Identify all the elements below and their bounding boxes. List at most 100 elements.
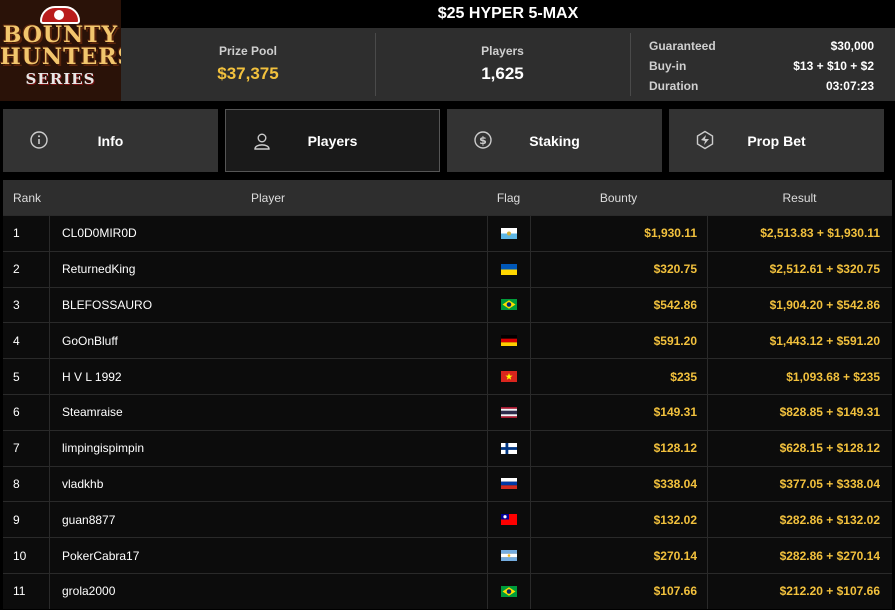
- prize-pool-value: $37,375: [217, 64, 279, 83]
- tab-staking-label: Staking: [529, 132, 580, 149]
- player-name-cell[interactable]: grola2000: [49, 572, 487, 609]
- table-row[interactable]: 5H V L 1992 $235 $1,093.68 + $235: [3, 358, 892, 394]
- table-row[interactable]: 2 ReturnedKing $320.75 $2,512.61 + $320.75: [3, 250, 892, 287]
- tab-players[interactable]: Players: [225, 109, 440, 172]
- player-name-cell[interactable]: guan8877: [49, 501, 487, 538]
- player-name-cell[interactable]: vladkhb: [49, 465, 487, 502]
- players-table: Rank Player Flag Bounty Result 1 CL0D0MIR…: [3, 180, 892, 610]
- rank-cell: 5: [3, 358, 49, 394]
- divider: [630, 33, 631, 96]
- guaranteed-label: Guaranteed: [649, 39, 716, 53]
- russia-flag-icon: [501, 478, 517, 490]
- result-cell: $1,093.68 + $235: [707, 358, 892, 394]
- tournament-info-grid: Guaranteed $30,000 Buy-in $13 + $10 + $2…: [649, 36, 874, 96]
- flag-cell: [487, 572, 530, 609]
- bounty-hunters-logo: BOUNTY HUNTERS SERIES: [0, 0, 121, 101]
- bounty-cell: $542.86: [530, 286, 707, 323]
- table-row[interactable]: 3 BLEFOSSAURO $542.86 $1,904.20 + $542.86: [3, 286, 892, 323]
- rank-cell: 11: [3, 572, 49, 609]
- tournament-title: $25 HYPER 5-MAX: [121, 0, 895, 28]
- duration-value: 03:07:23: [825, 79, 874, 93]
- header-flag[interactable]: Flag: [487, 180, 530, 215]
- players-stat: Players 1,625: [375, 28, 630, 101]
- ukraine-flag-icon: [501, 263, 517, 275]
- table-row[interactable]: 6 Steamraise $149.31 $828.85 + $149.31: [3, 393, 892, 430]
- tab-players-label: Players: [307, 132, 358, 149]
- tab-prop-bet[interactable]: Prop Bet: [669, 109, 884, 172]
- guaranteed-value: $30,000: [830, 39, 874, 53]
- player-name-cell[interactable]: Steamraise: [49, 393, 487, 430]
- flag-cell: [487, 429, 530, 466]
- players-label: Players: [481, 44, 524, 58]
- table-row[interactable]: 11 grola2000 $107.66 $212.20 + $107.66: [3, 572, 892, 609]
- bounty-cell: $149.31: [530, 393, 707, 430]
- san-marino-flag-icon: [501, 227, 517, 239]
- table-row[interactable]: 8 vladkhb $338.04 $377.05 + $338.04: [3, 465, 892, 502]
- buyin-label: Buy-in: [649, 59, 687, 73]
- result-cell: $282.86 + $132.02: [707, 501, 892, 538]
- user-icon: [254, 133, 270, 150]
- vietnam-flag-icon: [501, 371, 517, 383]
- player-name-cell[interactable]: CL0D0MIR0D: [49, 215, 487, 251]
- result-cell: $628.15 + $128.12: [707, 429, 892, 466]
- prize-pool-label: Prize Pool: [218, 44, 277, 58]
- player-name-cell[interactable]: limpingispimpin: [49, 429, 487, 466]
- tab-info-label: Info: [97, 132, 124, 149]
- tournament-title-text: $25 HYPER 5-MAX: [437, 5, 579, 22]
- rank-cell: 10: [3, 537, 49, 573]
- duration-label: Duration: [649, 79, 699, 93]
- duration-row: Duration 03:07:23: [649, 76, 874, 96]
- result-cell: $828.85 + $149.31: [707, 393, 892, 430]
- brazil-flag-icon: [501, 585, 517, 597]
- bounty-cell: $128.12: [530, 429, 707, 466]
- finland-flag-icon: [501, 442, 517, 454]
- header-bounty[interactable]: Bounty: [530, 180, 707, 215]
- bounty-cell: $1,930.11: [530, 215, 707, 251]
- result-cell: $212.20 + $107.66: [707, 572, 892, 609]
- table-row[interactable]: 4 GoOnBluff $591.20 $1,443.12 + $591.20: [3, 322, 892, 359]
- player-name-cell[interactable]: PokerCabra17: [49, 537, 487, 573]
- table-row[interactable]: 7 limpingispimpin $128.12 $628.15 + $128.12: [3, 429, 892, 466]
- tab-bar: Info Players $ Staking Prop Bet: [3, 109, 892, 172]
- tab-staking[interactable]: $ Staking: [447, 109, 662, 172]
- bounty-cell: $591.20: [530, 322, 707, 359]
- table-row[interactable]: 9 guan8877 $132.02 $282.86 + $132.02: [3, 501, 892, 538]
- tab-info[interactable]: Info: [3, 109, 218, 172]
- bounty-cell: $132.02: [530, 501, 707, 538]
- flag-cell: [487, 358, 530, 394]
- brazil-flag-icon: [501, 299, 517, 311]
- rank-cell: 4: [3, 322, 49, 358]
- header-result[interactable]: Result: [707, 180, 892, 215]
- result-cell: $1,904.20 + $542.86: [707, 286, 892, 323]
- info-icon: [30, 131, 48, 149]
- player-name-cell[interactable]: H V L 1992: [49, 358, 487, 394]
- header-player[interactable]: Player: [49, 180, 487, 215]
- table-body: 1 CL0D0MIR0D $1,930.11 $2,513.83 + $1,930.1…: [3, 215, 892, 609]
- players-value: 1,625: [481, 64, 524, 83]
- player-name-cell[interactable]: BLEFOSSAURO: [49, 286, 487, 323]
- rank-cell: 9: [3, 501, 49, 537]
- table-header: Rank Player Flag Bounty Result: [3, 180, 892, 215]
- bounty-cell: $338.04: [530, 465, 707, 502]
- flag-cell: [487, 393, 530, 430]
- player-name-cell[interactable]: ReturnedKing: [49, 250, 487, 287]
- result-cell: $2,513.83 + $1,930.11: [707, 215, 892, 251]
- bounty-cell: $235: [530, 358, 707, 394]
- rank-cell: 7: [3, 429, 49, 466]
- table-row[interactable]: 1 CL0D0MIR0D $1,930.11 $2,513.83 + $1,930.1…: [3, 215, 892, 251]
- player-name-cell[interactable]: GoOnBluff: [49, 322, 487, 359]
- result-cell: $2,512.61 + $320.75: [707, 250, 892, 287]
- header-rank[interactable]: Rank: [3, 180, 49, 215]
- flag-cell: [487, 286, 530, 323]
- prop-bet-icon: [696, 130, 714, 150]
- flag-cell: [487, 322, 530, 359]
- flag-cell: [487, 215, 530, 251]
- table-row[interactable]: 10 PokerCabra17 $270.14 $282.86 + $270.14: [3, 537, 892, 573]
- rank-cell: 6: [3, 393, 49, 430]
- result-cell: $1,443.12 + $591.20: [707, 322, 892, 359]
- tab-prop-bet-label: Prop Bet: [747, 132, 806, 149]
- bounty-cell: $107.66: [530, 572, 707, 609]
- thailand-flag-icon: [501, 406, 517, 418]
- result-cell: $282.86 + $270.14: [707, 537, 892, 573]
- result-cell: $377.05 + $338.04: [707, 465, 892, 502]
